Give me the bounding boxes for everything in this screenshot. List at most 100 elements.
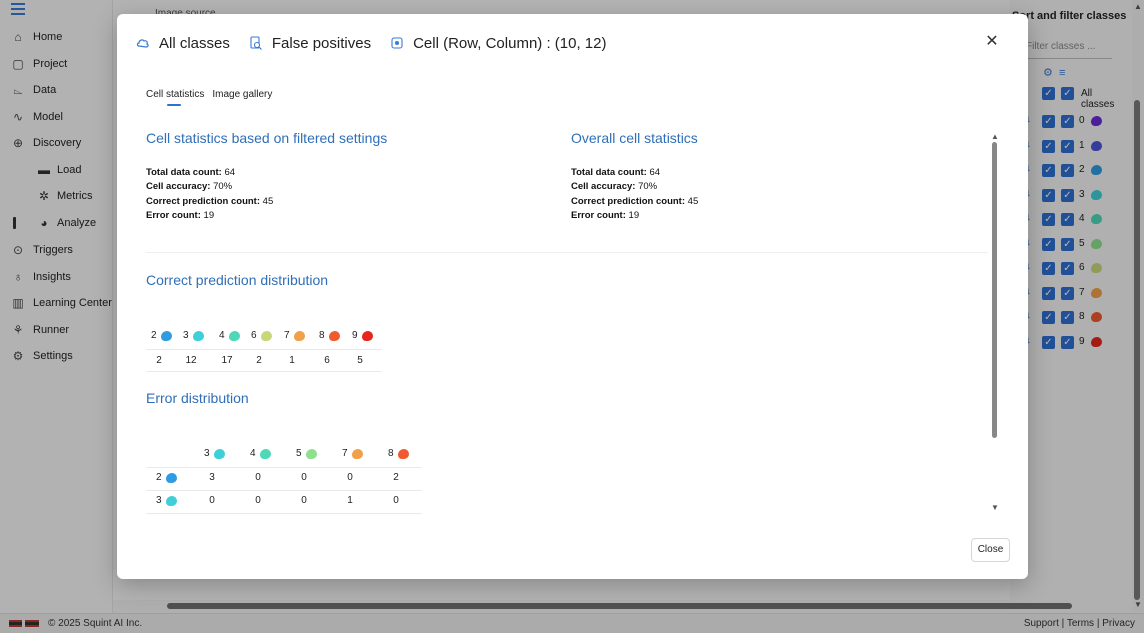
table-row-divider bbox=[146, 349, 382, 350]
error-count-cell: 0 bbox=[347, 472, 353, 483]
scroll-up-icon[interactable]: ▲ bbox=[991, 132, 999, 141]
class-label: 4 bbox=[250, 448, 256, 459]
row-header: 2 bbox=[156, 472, 177, 483]
error-count-cell: 0 bbox=[209, 495, 215, 506]
distribution-count: 5 bbox=[357, 355, 363, 366]
cell-details-dialog: All classes False positives Cell (Row, C… bbox=[117, 14, 1028, 579]
class-color-icon bbox=[361, 330, 373, 341]
section-divider bbox=[146, 252, 988, 253]
all-classes-text: All classes bbox=[159, 34, 230, 52]
cell-statistics-panel: Cell statistics based on filtered settin… bbox=[146, 126, 988, 514]
column-header: 3 bbox=[204, 448, 225, 459]
class-color-icon bbox=[228, 330, 240, 341]
distribution-count: 12 bbox=[185, 355, 197, 366]
cell-target-icon bbox=[389, 35, 405, 51]
table-row-divider bbox=[146, 513, 422, 514]
class-label: 2 bbox=[151, 330, 157, 341]
scroll-down-icon[interactable]: ▼ bbox=[991, 503, 999, 512]
class-color-icon bbox=[165, 472, 177, 483]
class-color-icon bbox=[165, 495, 177, 506]
distribution-count: 6 bbox=[324, 355, 330, 366]
all-classes-chip: All classes bbox=[135, 35, 230, 52]
false-positives-text: False positives bbox=[271, 34, 372, 52]
class-color-icon bbox=[351, 448, 363, 459]
class-header: 6 bbox=[251, 330, 272, 341]
class-label: 7 bbox=[284, 330, 290, 341]
classes-icon bbox=[135, 35, 151, 51]
total-data-count: 64 bbox=[649, 167, 661, 178]
class-header: 2 bbox=[151, 330, 172, 341]
cell-accuracy: 70% bbox=[638, 181, 658, 193]
class-label: 3 bbox=[183, 330, 189, 341]
overall-stats-title: Overall cell statistics bbox=[571, 130, 698, 146]
class-color-icon bbox=[328, 330, 340, 341]
tab-image-gallery[interactable]: Image gallery bbox=[212, 89, 272, 106]
column-header: 5 bbox=[296, 448, 317, 459]
class-label: 3 bbox=[204, 448, 210, 459]
distribution-count: 2 bbox=[156, 355, 162, 366]
error-count-cell: 0 bbox=[255, 495, 261, 506]
dialog-tabs: Cell statistics Image gallery bbox=[146, 89, 280, 106]
scrollbar-thumb[interactable] bbox=[992, 142, 997, 438]
class-label: 5 bbox=[296, 448, 302, 459]
class-label: 4 bbox=[219, 330, 225, 341]
class-color-icon bbox=[259, 448, 271, 459]
error-count-cell: 0 bbox=[255, 472, 261, 483]
distribution-count: 1 bbox=[289, 355, 295, 366]
correct-prediction-count: 45 bbox=[687, 195, 699, 207]
error-count: 19 bbox=[628, 209, 640, 221]
total-data-count: 64 bbox=[224, 167, 236, 178]
table-row-divider bbox=[146, 371, 382, 372]
overall-stats: Total data count: 64 Cell accuracy: 70% … bbox=[571, 166, 698, 223]
tab-cell-statistics[interactable]: Cell statistics bbox=[146, 89, 204, 106]
stat-label: Total data count: bbox=[571, 167, 647, 178]
class-label: 2 bbox=[156, 472, 162, 483]
class-header: 9 bbox=[352, 330, 373, 341]
dialog-header: All classes False positives Cell (Row, C… bbox=[135, 32, 624, 54]
search-document-icon bbox=[248, 35, 264, 51]
close-button[interactable]: Close bbox=[971, 538, 1010, 562]
distribution-count: 2 bbox=[256, 355, 262, 366]
stat-label: Cell accuracy: bbox=[571, 181, 636, 193]
class-label: 8 bbox=[388, 448, 394, 459]
class-label: 9 bbox=[352, 330, 358, 341]
error-count-cell: 0 bbox=[393, 495, 399, 506]
class-color-icon bbox=[305, 448, 317, 459]
class-label: 7 bbox=[342, 448, 348, 459]
false-positives-chip: False positives bbox=[248, 35, 371, 52]
distribution-count: 17 bbox=[221, 355, 233, 366]
stat-label: Correct prediction count: bbox=[146, 195, 261, 207]
class-label: 3 bbox=[156, 495, 162, 506]
column-header: 4 bbox=[250, 448, 271, 459]
stat-label: Error count: bbox=[146, 209, 201, 221]
class-header: 7 bbox=[284, 330, 305, 341]
cell-accuracy: 70% bbox=[213, 181, 233, 193]
error-count-cell: 3 bbox=[209, 472, 215, 483]
cell-text: Cell (Row, Column) : (10, 12) bbox=[413, 34, 607, 52]
stat-label: Correct prediction count: bbox=[571, 195, 686, 207]
class-color-icon bbox=[213, 448, 225, 459]
class-color-icon bbox=[160, 330, 172, 341]
class-color-icon bbox=[192, 330, 204, 341]
close-icon[interactable]: ✕ bbox=[984, 34, 1000, 50]
error-count: 19 bbox=[203, 209, 215, 221]
class-color-icon bbox=[293, 330, 305, 341]
dialog-scrollbar[interactable]: ▲ ▼ bbox=[990, 132, 1000, 512]
column-header: 8 bbox=[388, 448, 409, 459]
table-row-divider bbox=[146, 490, 422, 491]
correct-distribution-title: Correct prediction distribution bbox=[146, 272, 329, 288]
column-header: 7 bbox=[342, 448, 363, 459]
error-count-cell: 0 bbox=[301, 472, 307, 483]
stat-label: Cell accuracy: bbox=[146, 181, 211, 193]
stat-label: Total data count: bbox=[146, 167, 222, 178]
error-count-cell: 0 bbox=[301, 495, 307, 506]
cell-chip: Cell (Row, Column) : (10, 12) bbox=[389, 35, 606, 52]
class-label: 8 bbox=[319, 330, 325, 341]
class-header: 8 bbox=[319, 330, 340, 341]
error-distribution-title: Error distribution bbox=[146, 390, 249, 406]
correct-prediction-count: 45 bbox=[262, 195, 274, 207]
stat-label: Error count: bbox=[571, 209, 626, 221]
table-row-divider bbox=[146, 467, 422, 468]
class-label: 6 bbox=[251, 330, 257, 341]
row-header: 3 bbox=[156, 495, 177, 506]
